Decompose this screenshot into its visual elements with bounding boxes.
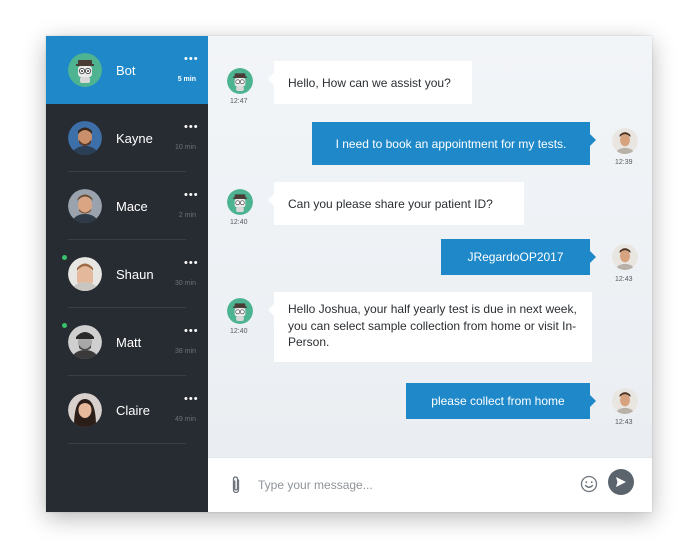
contacts-sidebar: Bot ••• 5 min Kayne ••• 10 min Mace ••• …: [46, 36, 208, 512]
message-bubble-outgoing: I need to book an appointment for my tes…: [312, 122, 596, 165]
message-text: Hello Joshua, your half yearly test is d…: [288, 302, 577, 349]
contact-item-claire[interactable]: Claire ••• 49 min: [46, 376, 208, 444]
bot-avatar: [227, 189, 253, 215]
message-bubble-incoming: Hello Joshua, your half yearly test is d…: [268, 292, 592, 362]
message-bubble-outgoing: JRegardoOP2017: [441, 239, 596, 275]
message-time: 12:39: [615, 159, 633, 166]
contact-name: Bot: [116, 63, 136, 78]
user-avatar: [612, 244, 638, 270]
chat-window: Bot ••• 5 min Kayne ••• 10 min Mace ••• …: [46, 36, 652, 512]
message-bubble-outgoing: please collect from home: [406, 383, 596, 419]
user-avatar: [612, 388, 638, 414]
message-composer: [208, 457, 652, 512]
contact-item-shaun[interactable]: Shaun ••• 30 min: [46, 240, 208, 308]
contact-item-matt[interactable]: Matt ••• 38 min: [46, 308, 208, 376]
send-arrow-icon: [616, 477, 626, 487]
chat-panel: 12:47 Hello, How can we assist you? I ne…: [208, 36, 652, 512]
contact-time: 38 min: [174, 348, 196, 355]
more-options-icon[interactable]: •••: [184, 326, 199, 337]
message-text: please collect from home: [431, 394, 565, 408]
contact-time: 5 min: [177, 76, 196, 83]
more-options-icon[interactable]: •••: [184, 122, 199, 133]
message-text: Hello, How can we assist you?: [288, 75, 451, 90]
more-options-icon[interactable]: •••: [184, 54, 199, 65]
kayne-avatar: [68, 121, 102, 155]
more-options-icon[interactable]: •••: [184, 394, 199, 405]
more-options-icon[interactable]: •••: [184, 258, 199, 269]
message-list: 12:47 Hello, How can we assist you? I ne…: [208, 36, 652, 457]
contact-item-mace[interactable]: Mace ••• 2 min: [46, 172, 208, 240]
message-time: 12:47: [230, 98, 248, 105]
message-text: Can you please share your patient ID?: [288, 196, 493, 211]
contact-time: 2 min: [178, 212, 196, 219]
contact-name: Kayne: [116, 131, 153, 146]
mace-avatar: [68, 189, 102, 223]
message-bubble-incoming: Hello, How can we assist you?: [268, 61, 472, 104]
message-bubble-incoming: Can you please share your patient ID?: [268, 182, 524, 225]
shaun-avatar: [68, 257, 102, 291]
paperclip-icon[interactable]: [229, 475, 243, 495]
message-time: 12:43: [615, 419, 633, 426]
contact-name: Shaun: [116, 267, 154, 282]
contact-time: 49 min: [174, 416, 196, 423]
message-text: JRegardoOP2017: [467, 250, 564, 264]
online-indicator: [62, 323, 67, 328]
message-time: 12:40: [230, 219, 248, 226]
bot-avatar: [227, 298, 253, 324]
online-indicator: [62, 255, 67, 260]
contact-item-bot[interactable]: Bot ••• 5 min: [46, 36, 208, 104]
contact-time: 30 min: [174, 280, 196, 287]
message-time: 12:43: [615, 276, 633, 283]
claire-avatar: [68, 393, 102, 427]
contact-time: 10 min: [174, 144, 196, 151]
smiley-icon[interactable]: [580, 475, 598, 493]
contact-name: Claire: [116, 403, 150, 418]
divider: [68, 443, 186, 444]
send-button[interactable]: [608, 469, 634, 495]
bot-avatar: [227, 68, 253, 94]
more-options-icon[interactable]: •••: [184, 190, 199, 201]
contact-item-kayne[interactable]: Kayne ••• 10 min: [46, 104, 208, 172]
message-time: 12:40: [230, 328, 248, 335]
matt-avatar: [68, 325, 102, 359]
contact-name: Matt: [116, 335, 142, 350]
bot-avatar: [68, 53, 102, 87]
contact-name: Mace: [116, 199, 148, 214]
message-text: I need to book an appointment for my tes…: [335, 136, 567, 151]
user-avatar: [612, 128, 638, 154]
message-input[interactable]: [258, 472, 568, 498]
